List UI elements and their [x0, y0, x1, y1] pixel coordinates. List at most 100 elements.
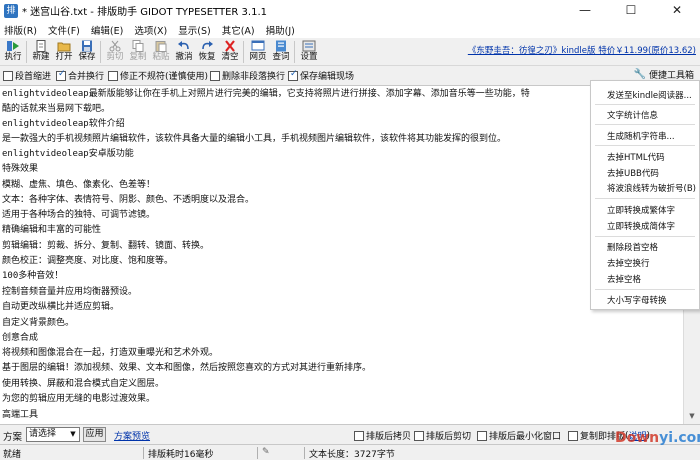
- menu-separator: [595, 124, 695, 125]
- menu-remove-leading-space[interactable]: 删除段首空格: [607, 241, 658, 253]
- editor-line: 基于图层的编辑！添加视频、效果、文本和图像，然后按照您喜欢的方式对其进行重新排序…: [2, 363, 372, 373]
- copy-icon: [132, 40, 144, 52]
- status-length: 文本长度：3727字节: [309, 450, 395, 460]
- menu-separator: [595, 198, 695, 199]
- indent-checkbox[interactable]: 段首缩进: [3, 69, 51, 82]
- checkbox-box[interactable]: [288, 69, 298, 81]
- lookup-button[interactable]: 查词: [270, 39, 292, 65]
- open-folder-icon: [57, 42, 71, 52]
- menu-separator: [595, 145, 695, 146]
- menu-to-simplified[interactable]: 立即转换成简体字: [607, 220, 675, 232]
- clear-button[interactable]: 清空: [219, 39, 241, 65]
- menu-separator: [595, 289, 695, 290]
- remove-linebreak-checkbox[interactable]: 删除非段落换行: [210, 69, 285, 82]
- checkbox-box[interactable]: [108, 70, 118, 81]
- checkbox-box[interactable]: [414, 430, 424, 441]
- maximize-button[interactable]: ☐: [608, 0, 654, 21]
- menu-separator: [595, 104, 695, 105]
- editor-line: 酷的话就来当易网下载吧。: [2, 104, 111, 114]
- toolbox-dropdown-menu: 发送至kindle阅读器... 文字统计信息 生成随机字符串... 去掉HTML…: [590, 80, 700, 310]
- save-session-checkbox[interactable]: 保存编辑现场: [288, 69, 354, 82]
- apply-button[interactable]: 应用: [83, 427, 106, 442]
- status-divider: [143, 447, 144, 459]
- menu-remove-empty-lines[interactable]: 去掉空换行: [607, 257, 650, 269]
- execute-button[interactable]: 执行: [2, 39, 24, 65]
- menu-typeset[interactable]: 排版(R): [4, 23, 37, 37]
- status-divider: [257, 447, 258, 459]
- editor-line: 剪辑编辑：剪裁、拆分、复制、翻转、镜面、转换。: [2, 241, 210, 251]
- menu-separator: [595, 236, 695, 237]
- checkbox-box[interactable]: [3, 70, 13, 81]
- status-bar: 就绪 排版耗时16毫秒 ✎ 文本长度：3727字节: [0, 444, 700, 460]
- editor-line: enlightvideoleap软件介绍: [2, 119, 125, 129]
- paste-icon: [155, 41, 167, 52]
- scheme-label: 方案: [3, 432, 23, 443]
- redo-icon: [202, 41, 213, 50]
- window-title: * 迷宫山谷.txt - 排版助手 GIDOT TYPESETTER 3.1.1: [22, 7, 267, 18]
- scheme-preview-link[interactable]: 方案预览: [114, 429, 150, 442]
- editor-line: 为您的剪辑应用无缝的电影过渡效果。: [2, 394, 156, 404]
- checkbox-box[interactable]: [56, 69, 66, 81]
- menu-edit[interactable]: 编辑(E): [91, 23, 123, 37]
- menu-donate[interactable]: 捐助(J): [266, 23, 295, 37]
- title-bar: 排 * 迷宫山谷.txt - 排版助手 GIDOT TYPESETTER 3.1…: [0, 0, 700, 21]
- menu-options[interactable]: 选项(X): [134, 23, 167, 37]
- menu-to-traditional[interactable]: 立即转换成繁体字: [607, 204, 675, 216]
- chevron-down-icon[interactable]: ▼: [67, 428, 79, 441]
- editor-line: 适用于各种场合的独特、可调节滤镜。: [2, 210, 156, 220]
- checkbox-box[interactable]: [354, 430, 364, 441]
- menu-tilde-to-dash[interactable]: 将波浪线转为破折号(B): [607, 182, 696, 194]
- text-editor[interactable]: enlightvideoleap最新版能够让你在手机上对照片进行完美的编辑，它支…: [0, 85, 683, 424]
- settings-button[interactable]: 设置: [298, 39, 320, 65]
- watermark-logo: Downyi.com: [615, 430, 700, 446]
- editor-line: 自定义背景颜色。: [2, 318, 75, 328]
- new-file-icon: [36, 40, 46, 52]
- checkbox-box[interactable]: [210, 70, 220, 81]
- menu-random-string[interactable]: 生成随机字符串...: [607, 130, 675, 142]
- menu-other[interactable]: 其它(A): [222, 23, 255, 37]
- menu-send-to-kindle[interactable]: 发送至kindle阅读器...: [607, 89, 692, 101]
- scheme-bar: 方案 请选择 ▼ 应用 方案预览 排版后拷贝 排版后剪切 排版后最小化窗口 复制…: [0, 424, 700, 444]
- editor-line: 控制音频音量并应用均衡器预设。: [2, 287, 138, 297]
- minimize-button[interactable]: —: [562, 0, 608, 21]
- menu-view[interactable]: 显示(S): [178, 23, 210, 37]
- scroll-down-arrow-icon[interactable]: ▼: [684, 408, 700, 424]
- fix-nonstandard-checkbox[interactable]: 修正不规符(谨慎使用): [108, 69, 208, 82]
- status-divider: [304, 447, 305, 459]
- undo-icon: [178, 41, 189, 50]
- editor-line: 是一款强大的手机视频照片编辑软件，该软件具备大量的编辑小工具，手机视频图片编辑软…: [2, 134, 507, 144]
- save-icon: [82, 40, 92, 52]
- editor-line: 文本：各种字体、表情符号、阴影、颜色、不透明度以及混合。: [2, 195, 255, 205]
- copy-after-checkbox[interactable]: 排版后拷贝: [354, 429, 411, 442]
- close-button[interactable]: ✕: [654, 0, 700, 21]
- editor-line: 颜色校正：调整亮度、对比度、饱和度等。: [2, 256, 174, 266]
- editor-line: enlightvideoleap安卓版功能: [2, 149, 134, 159]
- menu-text-stats[interactable]: 文字统计信息: [607, 109, 658, 121]
- menu-remove-ubb[interactable]: 去掉UBB代码: [607, 167, 659, 179]
- cut-icon: [109, 40, 121, 52]
- checkbox-box[interactable]: [477, 430, 487, 441]
- menu-remove-html[interactable]: 去掉HTML代码: [607, 151, 665, 163]
- cut-after-checkbox[interactable]: 排版后剪切: [414, 429, 471, 442]
- editor-line: 模糊、虚焦、填色、像素化、色差等！: [2, 180, 156, 190]
- menu-case-convert[interactable]: 大小写字母转换: [607, 294, 667, 306]
- promo-link[interactable]: 《东野圭吾：彷徨之刃》kindle版 特价￥11.99(原价13.62): [468, 44, 696, 56]
- scheme-select[interactable]: 请选择 ▼: [26, 427, 80, 442]
- webpage-icon: [251, 40, 265, 51]
- pencil-icon: ✎: [262, 447, 270, 457]
- menu-bar: 排版(R) 文件(F) 编辑(E) 选项(X) 显示(S) 其它(A) 捐助(J…: [0, 21, 700, 38]
- merge-lines-checkbox[interactable]: 合并换行: [56, 69, 104, 82]
- editor-line: 100多种音效！: [2, 271, 64, 281]
- save-button[interactable]: 保存: [76, 39, 98, 65]
- wrench-icon: 🔧: [633, 69, 646, 80]
- editor-line: enlightvideoleap最新版能够让你在手机上对照片进行完美的编辑，它支…: [2, 89, 530, 99]
- minimize-after-checkbox[interactable]: 排版后最小化窗口: [477, 429, 561, 442]
- toolbar: 执行 新建 打开 保存 剪切 复制 粘贴 撤消 恢复 清空 网页 查词 设置 《…: [0, 38, 700, 66]
- editor-line: 自动更改纵横比并适应剪辑。: [2, 302, 120, 312]
- menu-remove-spaces[interactable]: 去掉空格: [607, 273, 641, 285]
- checkbox-box[interactable]: [568, 430, 578, 441]
- editor-line: 使用转换、屏蔽和混合模式自定义图层。: [2, 379, 165, 389]
- menu-file[interactable]: 文件(F): [48, 23, 80, 37]
- settings-icon: [302, 40, 316, 52]
- editor-line: 高端工具: [2, 410, 39, 420]
